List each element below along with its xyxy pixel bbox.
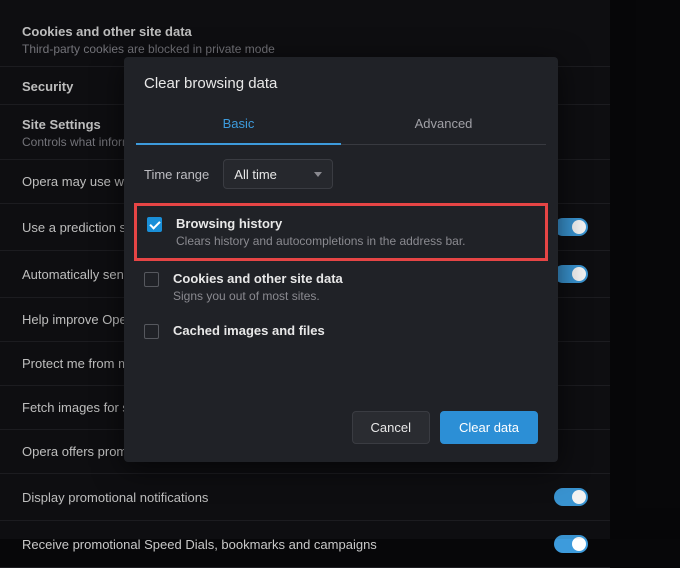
option-row[interactable]: Cached images and files xyxy=(130,313,552,349)
dialog-title: Clear browsing data xyxy=(124,57,558,96)
options-list: Browsing history Clears history and autoc… xyxy=(124,203,558,349)
dialog-tabs: Basic Advanced xyxy=(136,106,546,145)
time-range-row: Time range All time xyxy=(124,145,558,203)
option-description: Clears history and autocompletions in th… xyxy=(176,234,466,248)
cancel-button[interactable]: Cancel xyxy=(352,411,430,444)
chevron-down-icon xyxy=(314,172,322,177)
option-row[interactable]: Cookies and other site data Signs you out… xyxy=(130,261,552,313)
option-description: Signs you out of most sites. xyxy=(173,289,343,303)
tab-basic[interactable]: Basic xyxy=(136,106,341,145)
time-range-select[interactable]: All time xyxy=(223,159,333,189)
option-text: Browsing history Clears history and autoc… xyxy=(176,216,466,248)
dialog-footer: Cancel Clear data xyxy=(124,397,558,462)
option-row[interactable]: Browsing history Clears history and autoc… xyxy=(134,203,548,261)
tab-advanced[interactable]: Advanced xyxy=(341,106,546,144)
option-checkbox[interactable] xyxy=(144,272,159,287)
time-range-label: Time range xyxy=(144,167,209,182)
option-text: Cached images and files xyxy=(173,323,325,338)
clear-browsing-data-dialog: Clear browsing data Basic Advanced Time … xyxy=(124,57,558,462)
option-checkbox[interactable] xyxy=(147,217,162,232)
time-range-value: All time xyxy=(234,167,277,182)
option-label: Browsing history xyxy=(176,216,466,231)
option-checkbox[interactable] xyxy=(144,324,159,339)
clear-data-button[interactable]: Clear data xyxy=(440,411,538,444)
option-label: Cookies and other site data xyxy=(173,271,343,286)
option-text: Cookies and other site data Signs you out… xyxy=(173,271,343,303)
option-label: Cached images and files xyxy=(173,323,325,338)
